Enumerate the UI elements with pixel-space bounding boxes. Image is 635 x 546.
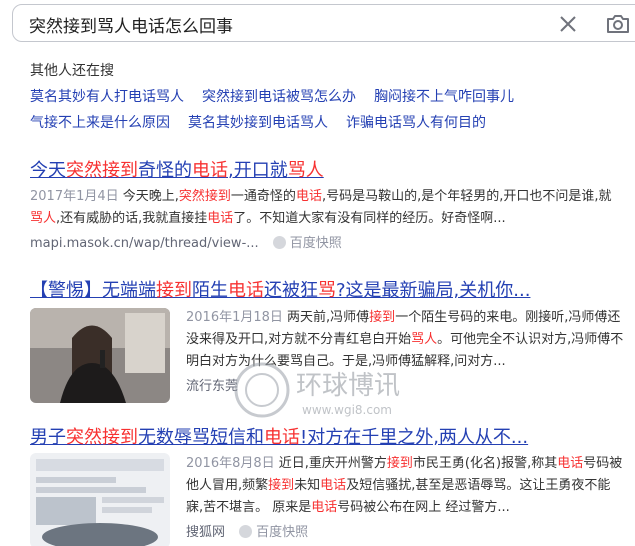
camera-icon[interactable] bbox=[605, 12, 631, 36]
related-link[interactable]: 突然接到电话被骂怎么办 bbox=[202, 89, 356, 105]
search-result: 【警惕】无端端接到陌生电话还被狂骂?这是最新骗局,关机你... 2016年1月1… bbox=[30, 276, 630, 403]
watermark-logo: 环球博讯 www.wgi8.com bbox=[234, 362, 400, 418]
cache-link[interactable]: 百度快照 bbox=[272, 236, 342, 251]
related-link[interactable]: 胸闷接不上气咋回事儿 bbox=[374, 89, 514, 105]
related-link[interactable]: 莫名其妙接到电话骂人 bbox=[188, 115, 328, 131]
result-body: 2016年8月8日 近日,重庆开州警方接到市民王勇(化名)报警,称其电话号码被他… bbox=[186, 453, 626, 540]
related-link[interactable]: 气接不上来是什么原因 bbox=[30, 115, 170, 131]
cache-link[interactable]: 百度快照 bbox=[239, 525, 308, 540]
result-meta: 搜狐网 百度快照 bbox=[186, 521, 626, 540]
snapshot-icon bbox=[272, 236, 286, 249]
result-snippet: 2016年8月8日 近日,重庆开州警方接到市民王勇(化名)报警,称其电话号码被他… bbox=[186, 456, 623, 515]
search-result: 今天突然接到奇怪的电话,开口就骂人 2017年1月4日 今天晚上,突然接到一通奇… bbox=[30, 156, 620, 251]
related-searches: 其他人还在搜 莫名其妙有人打电话骂人 突然接到电话被骂怎么办 胸闷接不上气咋回事儿 … bbox=[30, 60, 532, 132]
close-icon[interactable] bbox=[557, 13, 579, 35]
result-source[interactable]: 搜狐网 bbox=[186, 525, 225, 540]
related-link[interactable]: 诈骗电话骂人有何目的 bbox=[346, 115, 486, 131]
related-link[interactable]: 莫名其妙有人打电话骂人 bbox=[30, 89, 184, 105]
result-title[interactable]: 【警惕】无端端接到陌生电话还被狂骂?这是最新骗局,关机你... bbox=[30, 280, 530, 301]
search-bar bbox=[12, 4, 635, 42]
watermark-url: www.wgi8.com bbox=[302, 403, 392, 417]
snapshot-icon bbox=[239, 525, 253, 538]
related-title: 其他人还在搜 bbox=[30, 63, 114, 79]
result-thumbnail[interactable] bbox=[30, 308, 170, 403]
result-meta: mapi.masok.cn/wap/thread/view-... 百度快照 bbox=[30, 232, 620, 251]
related-row-2: 气接不上来是什么原因 莫名其妙接到电话骂人 诈骗电话骂人有何目的 bbox=[30, 112, 532, 132]
result-thumbnail[interactable] bbox=[30, 453, 170, 546]
result-title[interactable]: 今天突然接到奇怪的电话,开口就骂人 bbox=[30, 160, 324, 181]
result-source[interactable]: 流行东莞 bbox=[186, 379, 238, 394]
result-title[interactable]: 男子突然接到无数辱骂短信和电话!对方在千里之外,两人从不... bbox=[30, 427, 528, 448]
result-snippet: 2017年1月4日 今天晚上,突然接到一通奇怪的电话,号码是马鞍山的,是个年轻男… bbox=[30, 189, 612, 226]
watermark-text: 环球博讯 bbox=[296, 371, 400, 401]
result-source[interactable]: mapi.masok.cn/wap/thread/view-... bbox=[30, 236, 259, 251]
search-input[interactable] bbox=[29, 14, 529, 34]
related-row-1: 莫名其妙有人打电话骂人 突然接到电话被骂怎么办 胸闷接不上气咋回事儿 bbox=[30, 86, 532, 106]
search-result: 男子突然接到无数辱骂短信和电话!对方在千里之外,两人从不... 2016年8月8… bbox=[30, 423, 630, 546]
